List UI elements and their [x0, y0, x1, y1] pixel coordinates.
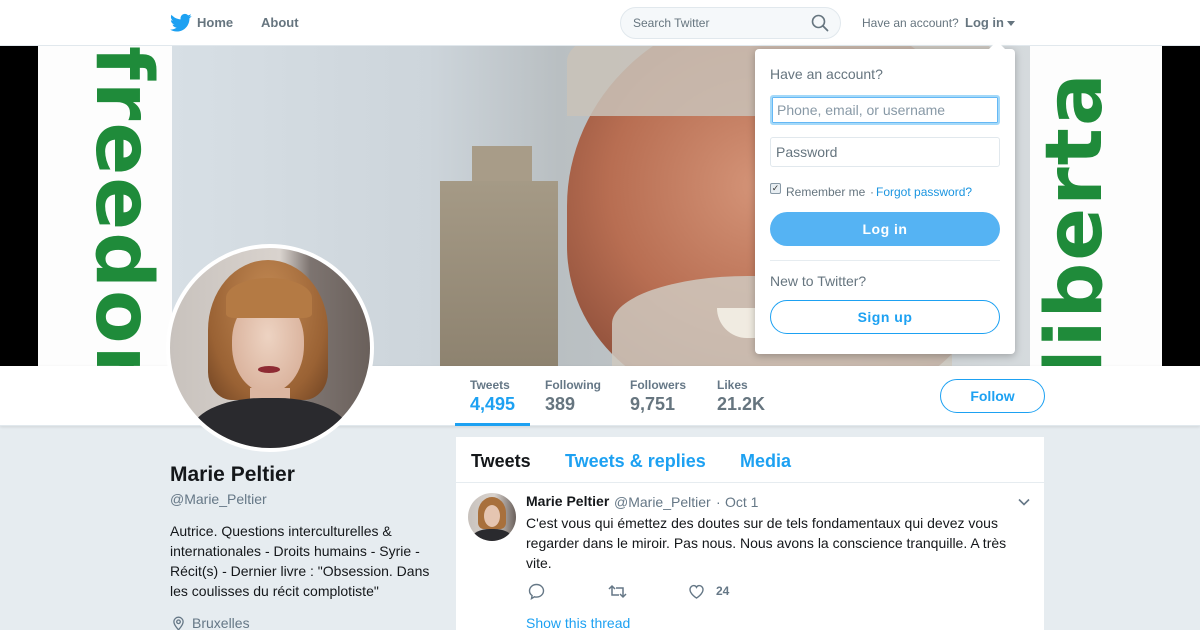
- banner-right-panel: liberta: [1030, 46, 1162, 366]
- twitter-bird-icon[interactable]: [170, 13, 192, 33]
- remember-me-label[interactable]: Remember me: [786, 185, 865, 199]
- banner-left-panel: freedom: [38, 46, 172, 366]
- show-thread-link[interactable]: Show this thread: [526, 615, 630, 630]
- stat-tweets-label: Tweets: [470, 378, 510, 392]
- password-field[interactable]: [770, 137, 1000, 167]
- timeline-tabs: Tweets Tweets & replies Media: [456, 437, 1044, 483]
- tab-media[interactable]: Media: [740, 451, 791, 472]
- profile-handle[interactable]: @Marie_Peltier: [170, 491, 267, 507]
- login-dropdown-toggle[interactable]: Log in: [965, 15, 1004, 30]
- stat-following-value: 389: [545, 394, 576, 414]
- stat-likes[interactable]: Likes 21.2K: [717, 366, 765, 426]
- tweet-date[interactable]: Oct 1: [725, 494, 758, 510]
- chevron-down-icon[interactable]: [1018, 496, 1030, 508]
- forgot-password-link[interactable]: Forgot password?: [876, 185, 972, 199]
- stat-tweets[interactable]: Tweets 4,495: [455, 366, 530, 426]
- signup-button[interactable]: Sign up: [770, 300, 1000, 334]
- banner-tower-top: [472, 146, 532, 186]
- login-button[interactable]: Log in: [770, 212, 1000, 246]
- tweet-author-handle[interactable]: @Marie_Peltier: [614, 494, 711, 510]
- nav-about-link[interactable]: About: [261, 15, 299, 30]
- search-icon[interactable]: [811, 14, 829, 32]
- top-nav: Home About Have an account? Log in: [0, 0, 1200, 46]
- location-pin-icon: [173, 616, 184, 630]
- retweet-icon[interactable]: [608, 583, 627, 600]
- have-account-text: Have an account?: [862, 16, 959, 30]
- username-field[interactable]: [770, 95, 1000, 125]
- banner-tower: [440, 181, 558, 366]
- new-to-twitter-text: New to Twitter?: [770, 273, 867, 289]
- stat-following-label: Following: [545, 378, 601, 392]
- profile-name[interactable]: Marie Peltier: [170, 463, 295, 487]
- tab-tweets-and-replies[interactable]: Tweets & replies: [565, 451, 706, 472]
- remember-me-checkbox[interactable]: ✓: [770, 183, 781, 194]
- tweet-avatar[interactable]: [468, 493, 516, 541]
- avatar-photo: [170, 248, 370, 448]
- tweet-avatar-face: [484, 505, 500, 527]
- stat-followers[interactable]: Followers 9,751: [630, 366, 686, 426]
- tab-tweets[interactable]: Tweets: [471, 451, 531, 472]
- avatar-fringe: [226, 278, 312, 318]
- stat-followers-value: 9,751: [630, 394, 676, 414]
- caret-down-icon[interactable]: [1007, 21, 1015, 26]
- follow-button[interactable]: Follow: [940, 379, 1045, 413]
- reply-icon[interactable]: [528, 583, 545, 600]
- heart-icon[interactable]: [688, 583, 705, 600]
- tweet-separator: ·: [716, 494, 721, 510]
- timeline: Tweets Tweets & replies Media Marie Pelt…: [456, 437, 1044, 630]
- dropdown-divider: [770, 260, 1000, 261]
- login-dropdown-title: Have an account?: [770, 66, 883, 82]
- avatar-lips: [258, 366, 280, 373]
- separator-dot: ·: [870, 185, 874, 199]
- avatar-jacket: [190, 398, 350, 448]
- dropdown-arrow: [989, 41, 1005, 49]
- profile-bio: Autrice. Questions interculturelles & in…: [170, 523, 430, 599]
- tweet-avatar-jacket: [472, 529, 512, 541]
- banner-right-text: liberta: [1030, 71, 1120, 366]
- search-input[interactable]: [620, 7, 841, 39]
- stat-likes-label: Likes: [717, 378, 748, 392]
- profile-location: Bruxelles: [192, 615, 250, 630]
- nav-home-link[interactable]: Home: [197, 15, 233, 30]
- like-count: 24: [716, 584, 730, 598]
- tweet-text: C'est vous qui émettez des doutes sur de…: [526, 515, 1007, 571]
- stat-following[interactable]: Following 389: [545, 366, 601, 426]
- stat-tweets-value: 4,495: [470, 394, 516, 414]
- stat-followers-label: Followers: [630, 378, 687, 392]
- profile-avatar[interactable]: [166, 244, 374, 452]
- stat-likes-value: 21.2K: [717, 394, 766, 414]
- tweet[interactable]: Marie Peltier @Marie_Peltier · Oct 1 C'e…: [456, 484, 1044, 630]
- login-dropdown: Have an account? ✓ Remember me · Forgot …: [755, 49, 1015, 354]
- banner-left-text: freedom: [78, 46, 168, 366]
- tweet-author-name[interactable]: Marie Peltier: [526, 493, 609, 509]
